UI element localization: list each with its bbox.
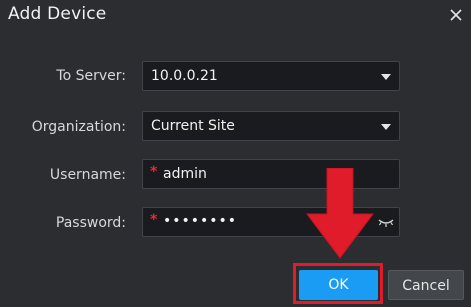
organization-value: Current Site <box>151 118 235 134</box>
add-device-dialog: Add Device To Server: 10.0.0.21 Organiza… <box>0 0 471 307</box>
dropdown-caret-icon <box>381 124 391 130</box>
to-server-select[interactable]: 10.0.0.21 <box>142 61 400 91</box>
username-label: Username: <box>49 167 126 183</box>
annotation-arrow-icon <box>306 168 374 259</box>
organization-select[interactable]: Current Site <box>142 111 400 141</box>
required-marker: * <box>150 212 158 228</box>
show-password-eye-icon[interactable] <box>378 215 394 229</box>
required-marker: * <box>150 164 158 180</box>
password-label: Password: <box>55 215 126 231</box>
annotation-highlight-box <box>293 263 383 304</box>
to-server-value: 10.0.0.21 <box>151 68 218 84</box>
password-masked-value: •••••••• <box>163 213 238 229</box>
to-server-label: To Server: <box>56 68 126 84</box>
dialog-title: Add Device <box>8 4 107 24</box>
close-icon[interactable] <box>447 6 465 24</box>
organization-label: Organization: <box>31 119 126 135</box>
cancel-button[interactable]: Cancel <box>388 270 464 300</box>
username-value: admin <box>163 166 207 182</box>
dropdown-caret-icon <box>381 74 391 80</box>
